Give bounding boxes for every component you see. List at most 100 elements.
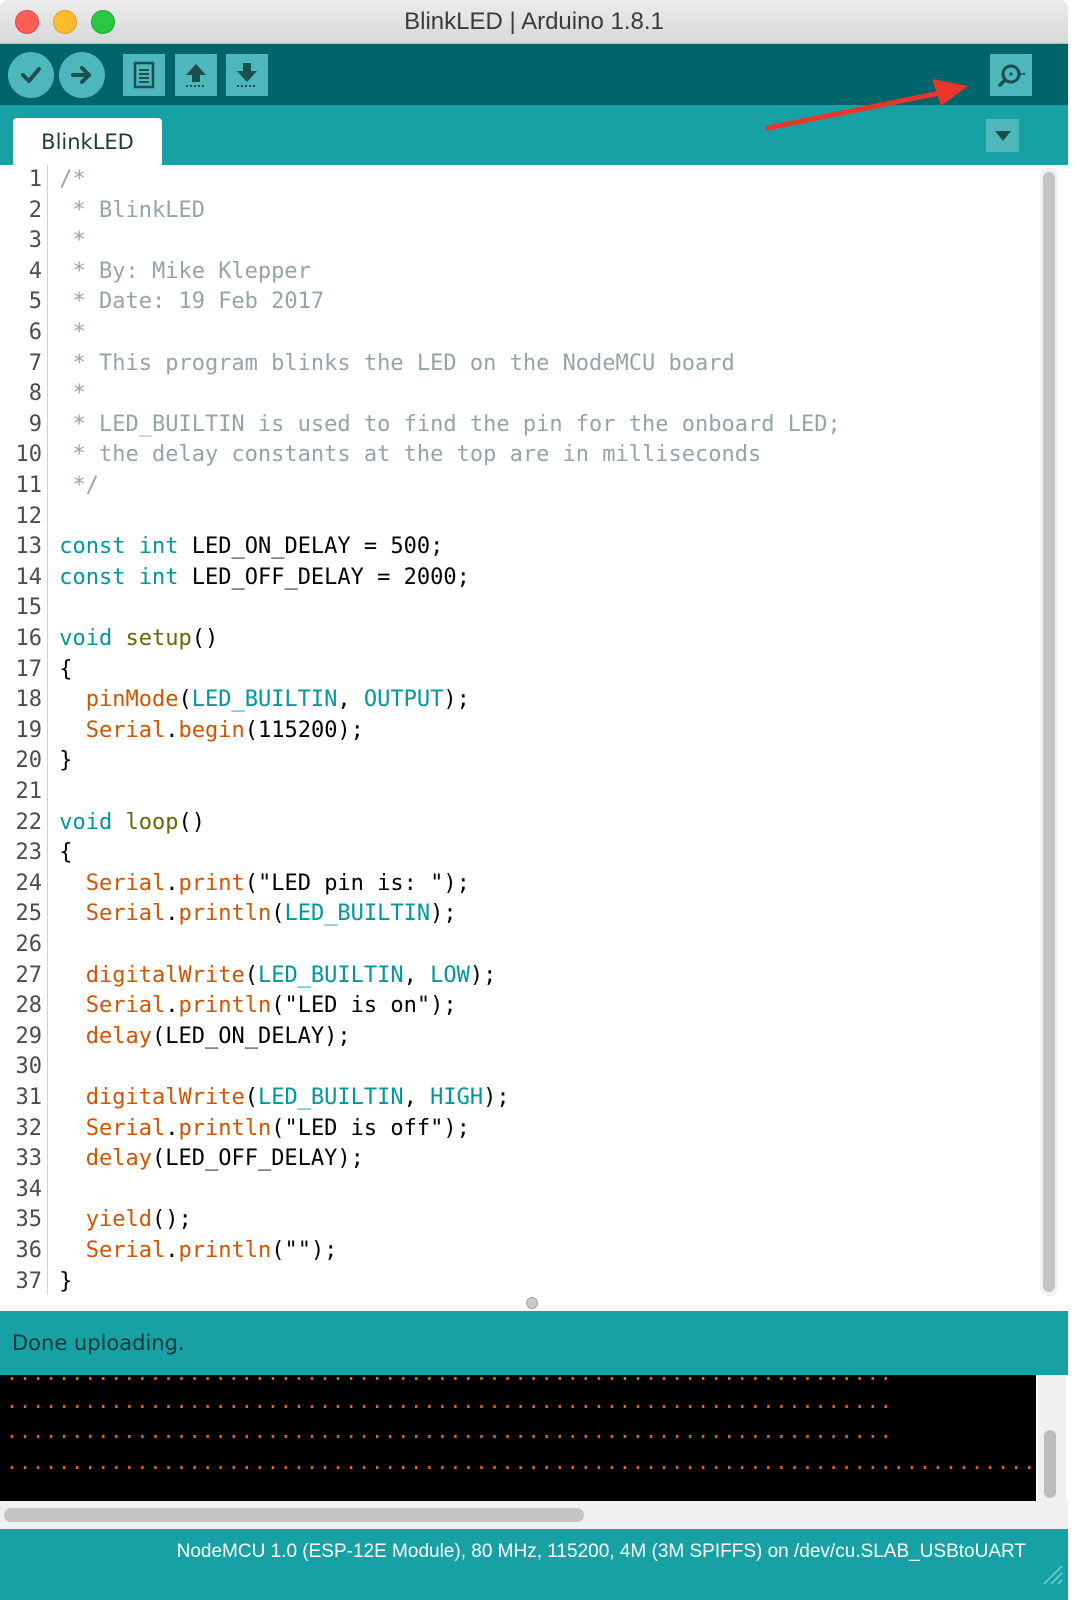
code-line[interactable]: 28 Serial.println("LED is on");	[0, 991, 1030, 1021]
code-line[interactable]: 9 * LED_BUILTIN is used to find the pin …	[0, 410, 1030, 440]
code-line[interactable]: 16 void setup()	[0, 624, 1030, 654]
code-line[interactable]: 35 yield();	[0, 1205, 1030, 1235]
board-info: NodeMCU 1.0 (ESP-12E Module), 80 MHz, 11…	[176, 1541, 1026, 1562]
code-line[interactable]: 24 Serial.print("LED pin is: ");	[0, 869, 1030, 899]
code-line[interactable]: 36 Serial.println("");	[0, 1236, 1030, 1266]
code-line[interactable]: 13 const int LED_ON_DELAY = 500;	[0, 532, 1030, 562]
code-text: * the delay constants at the top are in …	[59, 442, 762, 468]
console-line: ........................................…	[6, 1450, 1036, 1474]
code-line[interactable]: 18 pinMode(LED_BUILTIN, OUTPUT);	[0, 685, 1030, 715]
code-text: digitalWrite(LED_BUILTIN, HIGH);	[85, 1085, 510, 1110]
code-line[interactable]: 23 {	[0, 838, 1030, 868]
code-text: {	[46, 840, 73, 866]
code-line[interactable]: 5 * Date: 19 Feb 2017	[0, 287, 1030, 317]
code-line[interactable]: 25 Serial.println(LED_BUILTIN);	[0, 899, 1030, 929]
line-number: 10	[15, 442, 43, 468]
line-number: 13	[15, 534, 43, 560]
code-text: *	[59, 381, 86, 407]
code-line[interactable]: 22 void loop()	[0, 808, 1030, 838]
line-number: 15	[15, 595, 43, 621]
code-text: const int LED_OFF_DELAY = 2000;	[59, 564, 470, 590]
line-number: 36	[15, 1238, 43, 1263]
code-line[interactable]: 17 {	[0, 655, 1030, 685]
line-number: 14	[15, 564, 43, 590]
code-text: {	[46, 656, 73, 682]
line-number: 5	[28, 289, 42, 315]
line-number: 18	[15, 687, 43, 713]
code-line[interactable]: 19 Serial.begin(115200);	[0, 716, 1030, 746]
code-text: Serial.println("LED is on");	[85, 993, 457, 1019]
code-editor[interactable]: 1 /* 2 * BlinkLED 3 * 4 * By: Mike Klepper 5…	[0, 165, 1068, 1311]
code-text: Serial.println(LED_BUILTIN);	[85, 901, 457, 927]
line-number: 17	[15, 656, 43, 682]
code-line[interactable]: 20 }	[0, 746, 1030, 776]
code-text: void loop()	[59, 809, 205, 835]
line-number: 35	[15, 1207, 43, 1233]
pane-splitter-handle[interactable]	[526, 1297, 538, 1309]
code-text: }	[46, 1268, 73, 1294]
code-line[interactable]: 34	[0, 1175, 1030, 1205]
code-line[interactable]: 27 digitalWrite(LED_BUILTIN, LOW);	[0, 961, 1030, 991]
code-line[interactable]: 33 delay(LED_OFF_DELAY);	[0, 1144, 1030, 1174]
code-text: pinMode(LED_BUILTIN, OUTPUT);	[85, 687, 470, 713]
code-text: yield();	[85, 1207, 192, 1233]
line-number: 37	[15, 1268, 43, 1294]
code-text: Serial.begin(115200);	[85, 717, 364, 743]
code-text: digitalWrite(LED_BUILTIN, LOW);	[85, 962, 497, 988]
code-line[interactable]: 2 * BlinkLED	[0, 196, 1030, 226]
status-message: Done uploading.	[12, 1331, 185, 1355]
line-number: 8	[28, 381, 42, 407]
code-line[interactable]: 7 * This program blinks the LED on the N…	[0, 349, 1030, 379]
code-text: */	[59, 473, 99, 498]
code-line[interactable]: 3 *	[0, 226, 1030, 256]
line-number: 4	[28, 258, 42, 284]
code-text: delay(LED_ON_DELAY);	[85, 1023, 351, 1049]
code-line[interactable]: 21	[0, 777, 1030, 807]
code-line[interactable]: 8 *	[0, 379, 1030, 409]
code-line[interactable]: 29 delay(LED_ON_DELAY);	[0, 1022, 1030, 1052]
code-line[interactable]: 15	[0, 593, 1030, 623]
code-text: }	[46, 748, 73, 774]
console-output[interactable]: ........................................…	[0, 1375, 1036, 1501]
code-line[interactable]: 14 const int LED_OFF_DELAY = 2000;	[0, 563, 1030, 593]
line-number: 30	[15, 1054, 43, 1080]
code-line[interactable]: 6 *	[0, 318, 1030, 348]
line-number: 27	[15, 962, 43, 988]
console-scrollbar-horizontal-thumb[interactable]	[4, 1508, 584, 1522]
console-scrollbar-vertical-thumb[interactable]	[1044, 1430, 1056, 1498]
line-number: 32	[15, 1115, 43, 1141]
code-line[interactable]: 12	[0, 502, 1030, 532]
editor-scrollbar-thumb[interactable]	[1043, 172, 1055, 1292]
line-number: 21	[15, 779, 43, 804]
code-line[interactable]: 30	[0, 1052, 1030, 1082]
code-text: * BlinkLED	[59, 197, 205, 223]
code-line[interactable]: 4 * By: Mike Klepper	[0, 257, 1030, 287]
line-number: 26	[15, 932, 43, 957]
annotation-arrow-icon	[765, 79, 968, 131]
line-number: 9	[28, 411, 42, 437]
code-line[interactable]: 10 * the delay constants at the top are …	[0, 440, 1030, 470]
code-text: void setup()	[59, 626, 219, 651]
code-line[interactable]: 32 Serial.println("LED is off");	[0, 1114, 1030, 1144]
line-number: 7	[28, 350, 42, 376]
code-text: * LED_BUILTIN is used to find the pin fo…	[59, 411, 841, 437]
code-line[interactable]: 37 }	[0, 1267, 1030, 1297]
line-number: 11	[15, 473, 43, 498]
line-number: 20	[15, 748, 43, 774]
line-number: 16	[15, 626, 43, 651]
code-line[interactable]: 31 digitalWrite(LED_BUILTIN, HIGH);	[0, 1083, 1030, 1113]
resize-grip-icon[interactable]	[1038, 1560, 1064, 1586]
code-text: Serial.println("");	[85, 1238, 338, 1263]
code-text: * This program blinks the LED on the Nod…	[59, 350, 735, 376]
code-text: delay(LED_OFF_DELAY);	[85, 1146, 364, 1172]
status-bar: Done uploading.	[0, 1311, 1068, 1375]
line-number: 22	[15, 809, 43, 835]
code-text: * Date: 19 Feb 2017	[59, 289, 325, 315]
code-line[interactable]: 26	[0, 930, 1030, 960]
code-line[interactable]: 11 */	[0, 471, 1030, 501]
